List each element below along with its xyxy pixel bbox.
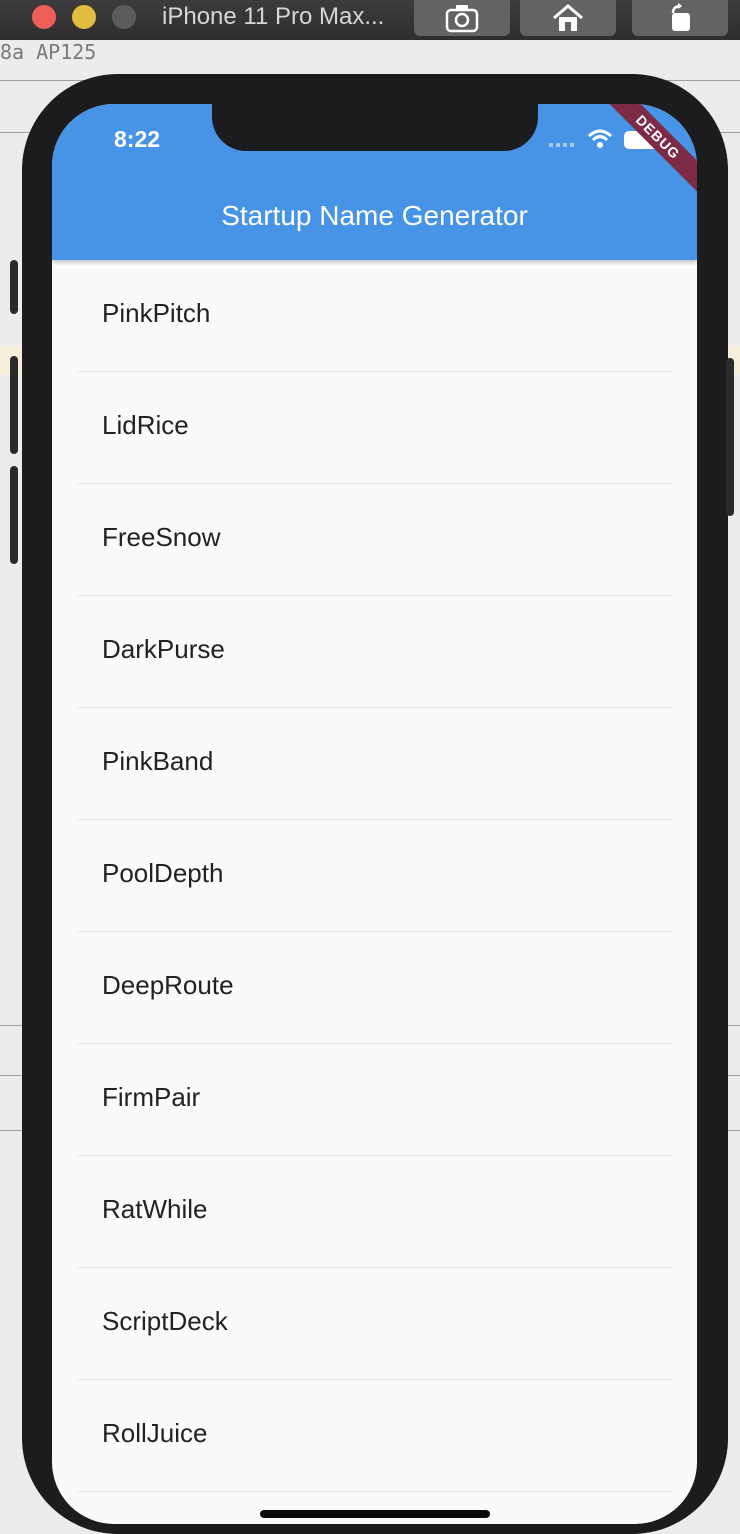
startup-name-label: PinkBand xyxy=(102,746,214,776)
startup-name-list[interactable]: PinkPitch LidRice FreeSnow DarkPurse PinkBan… xyxy=(52,260,697,1492)
wifi-icon xyxy=(587,128,613,155)
startup-name-label: ScriptDeck xyxy=(102,1306,228,1336)
notch xyxy=(212,104,538,151)
list-item[interactable]: FirmPair xyxy=(77,1044,672,1156)
list-item[interactable]: LidRice xyxy=(77,372,672,484)
ring-silent-switch xyxy=(10,260,18,314)
rotate-icon xyxy=(663,3,697,33)
startup-name-label: PinkPitch xyxy=(102,298,211,328)
startup-name-label: PoolDepth xyxy=(102,858,224,888)
list-item[interactable]: DeepRoute xyxy=(77,932,672,1044)
screenshot-icon xyxy=(445,3,479,33)
rotate-button[interactable] xyxy=(632,0,728,36)
minimize-window-button[interactable] xyxy=(72,5,96,29)
startup-name-label: FreeSnow xyxy=(102,522,221,552)
app-bar-title: Startup Name Generator xyxy=(221,200,528,231)
list-item[interactable]: PoolDepth xyxy=(77,820,672,932)
ide-text-fragment: 8a AP125 xyxy=(0,40,97,64)
cellular-signal-icon xyxy=(549,136,577,154)
startup-name-label: DeepRoute xyxy=(102,970,234,1000)
simulator-title: iPhone 11 Pro Max... xyxy=(162,3,385,30)
zoom-window-button[interactable] xyxy=(112,5,136,29)
home-button[interactable] xyxy=(520,0,616,36)
status-time: 8:22 xyxy=(114,126,161,152)
volume-up-button xyxy=(10,356,18,454)
startup-name-label: LidRice xyxy=(102,410,189,440)
list-item[interactable]: PinkBand xyxy=(77,708,672,820)
startup-name-label: RollJuice xyxy=(102,1418,208,1448)
screenshot-button[interactable] xyxy=(414,0,510,36)
list-item[interactable]: PinkPitch xyxy=(77,260,672,372)
startup-name-label: FirmPair xyxy=(102,1082,201,1112)
list-item[interactable]: ScriptDeck xyxy=(77,1268,672,1380)
list-item[interactable]: FreeSnow xyxy=(77,484,672,596)
home-icon xyxy=(551,3,585,33)
home-indicator[interactable] xyxy=(260,1510,490,1518)
startup-name-label: RatWhile xyxy=(102,1194,208,1224)
phone-screen: 8:22 Startup Name Generator DEBUG PinkPi… xyxy=(52,104,697,1524)
list-item[interactable]: DarkPurse xyxy=(77,596,672,708)
power-button xyxy=(726,358,734,516)
close-window-button[interactable] xyxy=(32,5,56,29)
list-item[interactable]: RollJuice xyxy=(77,1380,672,1492)
volume-down-button xyxy=(10,466,18,564)
startup-name-label: DarkPurse xyxy=(102,634,225,664)
list-item[interactable]: RatWhile xyxy=(77,1156,672,1268)
simulator-titlebar: iPhone 11 Pro Max... xyxy=(0,0,740,41)
